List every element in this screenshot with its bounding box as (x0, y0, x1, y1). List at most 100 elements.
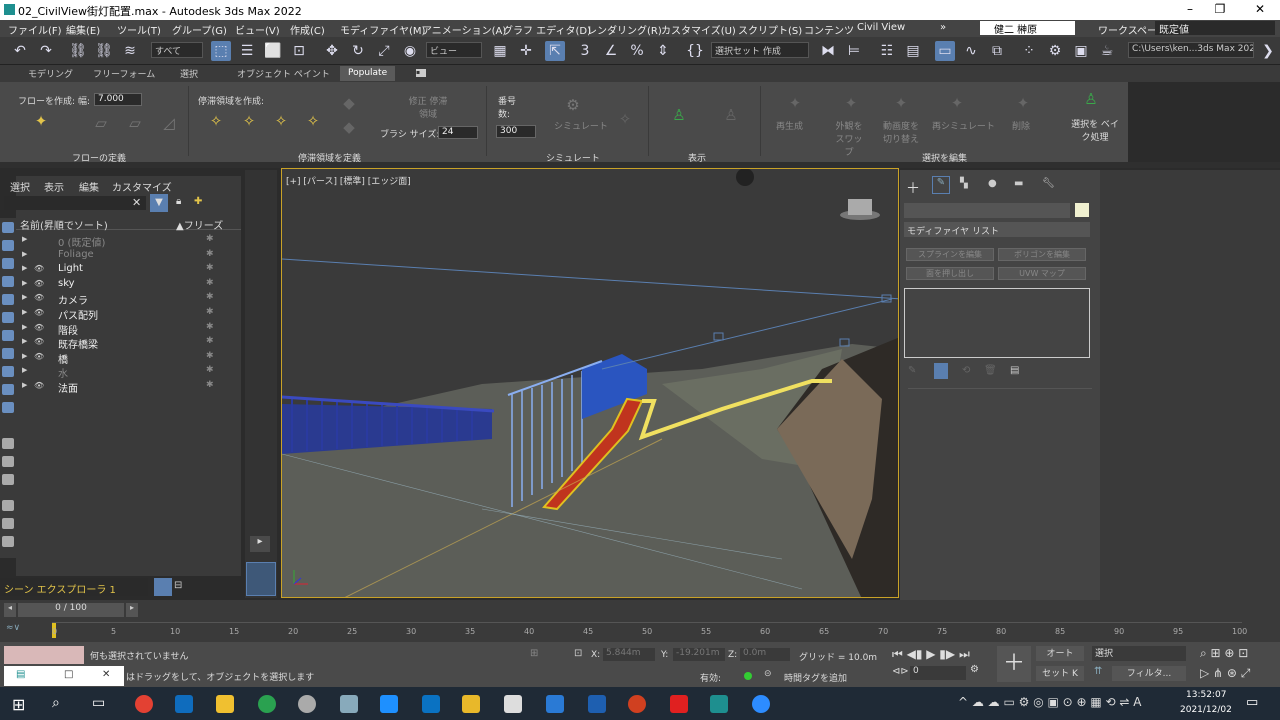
explorer-pin-icon[interactable]: ⊟ (174, 580, 182, 591)
expand-arrow-icon[interactable]: ▶ (22, 323, 27, 331)
menu-rendering[interactable]: レンダリング(R) (587, 22, 662, 37)
idle-area-icon[interactable]: ✧ (205, 110, 227, 132)
snap-3d-icon[interactable]: 3 (575, 41, 595, 61)
idle-free-icon[interactable]: ✧ (270, 110, 292, 132)
mini-listener[interactable]: ▤ □ ✕ (4, 666, 124, 686)
rotate-icon[interactable]: ↻ (348, 41, 368, 61)
freeze-icon[interactable]: ✱ (206, 380, 214, 390)
y-coord-field[interactable]: -19.201m (673, 648, 725, 661)
selection-set-dropdown[interactable]: 選択 (1092, 646, 1186, 661)
swap-look-button[interactable]: 外観を スワップ (832, 119, 866, 158)
flow-stairs-icon[interactable]: ◿ (158, 112, 180, 134)
simulate-button[interactable]: シミュレート (554, 119, 608, 132)
freeze-icon[interactable]: ✱ (206, 234, 214, 244)
material-editor-icon[interactable]: ⁘ (1019, 41, 1039, 61)
slack-icon[interactable] (462, 695, 480, 713)
simulate-icon[interactable]: ⚙ (562, 94, 584, 116)
uvw-map-button[interactable]: UVW マップ (998, 267, 1086, 280)
visibility-eye-icon[interactable]: 👁︎ (34, 381, 44, 390)
display-tool-icon[interactable] (2, 240, 14, 251)
edit-poly-button[interactable]: ポリゴンを編集 (998, 248, 1086, 261)
x-coord-field[interactable]: 5.844m (603, 648, 655, 661)
menu-tools[interactable]: ツール(T) (117, 22, 161, 37)
app-icon-2[interactable] (340, 695, 358, 713)
minimize-button[interactable]: – (1175, 2, 1205, 18)
make-unique-icon[interactable]: ⟲ (962, 365, 970, 376)
selection-filter-dropdown[interactable]: すべて (151, 42, 203, 58)
enabled-indicator[interactable] (744, 672, 752, 680)
move-icon[interactable]: ✥ (322, 41, 342, 61)
layer-row[interactable]: ▶ 水 ✱ (20, 365, 240, 380)
ribbon-toggle-icon[interactable]: ▪ (416, 69, 426, 77)
menu-civil-view[interactable]: Civil View (857, 22, 905, 33)
swap-look-icon[interactable]: ✦ (840, 92, 862, 114)
count-spinner[interactable]: 300 (496, 125, 536, 138)
undo-icon[interactable]: ↶ (10, 41, 30, 61)
lock-icon[interactable]: 🔒︎ (176, 196, 181, 207)
tab-object-paint[interactable]: オブジェクト ペイント (237, 67, 330, 80)
create-flow-icon[interactable]: ✦ (30, 110, 52, 132)
viewport-nav-controls[interactable]: ⌕ ⊞ ⊕ ⊡ (1200, 646, 1248, 661)
rendered-frame-icon[interactable]: ▣ (1071, 41, 1091, 61)
sync-icon[interactable] (2, 536, 14, 547)
menu-file[interactable]: ファイル(F) (8, 22, 62, 37)
chrome-icon[interactable] (135, 695, 153, 713)
freeze-icon[interactable]: ✱ (206, 351, 214, 361)
extrude-face-button[interactable]: 面を押し出し (906, 267, 994, 280)
layer-row[interactable]: ▶ 👁︎ カメラ ✱ (20, 292, 240, 307)
bone-filter-icon[interactable] (2, 402, 14, 413)
visibility-eye-icon[interactable]: 👁︎ (34, 337, 44, 346)
explorer-menu-select[interactable]: 選択 (10, 179, 30, 194)
app-icon-5[interactable] (546, 695, 564, 713)
explorer-layer-icon[interactable] (154, 578, 172, 596)
display-options-icon[interactable]: ♙ (720, 104, 742, 126)
idle-paint-icon[interactable]: ✧ (302, 110, 324, 132)
modify-tab-icon[interactable]: ✎ (932, 176, 950, 194)
schematic-view-icon[interactable]: ⧉ (987, 41, 1007, 61)
auto-key-button[interactable]: オート (1036, 646, 1084, 661)
expand-arrow-icon[interactable]: ▶ (22, 381, 27, 389)
link-icon[interactable]: ⛓ (68, 41, 88, 61)
region-select-icon[interactable]: ⬜ (263, 41, 283, 61)
notification-icon[interactable]: ▭ (1246, 695, 1258, 710)
z-coord-field[interactable]: 0.0m (740, 648, 790, 661)
layer-row[interactable]: ▶ 👁︎ sky ✱ (20, 278, 240, 292)
visibility-eye-icon[interactable]: 👁︎ (34, 308, 44, 317)
explorer-menu-customize[interactable]: カスタマイズ (112, 179, 172, 194)
align-icon[interactable]: ⊨ (844, 41, 864, 61)
camera-filter-icon[interactable] (2, 312, 14, 323)
select-object-icon[interactable]: ⬚ (211, 41, 231, 61)
display-tab-icon[interactable]: ▬ (1014, 178, 1023, 189)
menu-animation[interactable]: アニメーション(A) (422, 22, 506, 37)
3dsmax-taskbar-icon[interactable] (710, 695, 728, 713)
tab-selection[interactable]: 選択 (180, 67, 198, 80)
expand-arrow-icon[interactable]: ▶ (22, 293, 27, 301)
set-key-button[interactable]: セット K (1036, 666, 1084, 681)
regenerate-button[interactable]: 再生成 (776, 119, 803, 132)
flow-ramp-icon[interactable]: ▱ (124, 112, 146, 134)
xref-filter-icon[interactable] (2, 384, 14, 395)
tab-freeform[interactable]: フリーフォーム (93, 67, 155, 80)
key-filters-button[interactable]: フィルタ... (1112, 666, 1186, 681)
angle-snap-icon[interactable]: ∠ (601, 41, 621, 61)
layer-explorer-icon[interactable]: ☷ (877, 41, 897, 61)
ribbon-toggle-icon[interactable]: ▭ (935, 41, 955, 61)
menu-more-icon[interactable]: » (940, 22, 946, 33)
funnel-icon[interactable] (2, 518, 14, 529)
redo-icon[interactable]: ↷ (36, 41, 56, 61)
spacewarp-filter-icon[interactable] (2, 348, 14, 359)
layer-row[interactable]: ▶ Foliage ✱ (20, 249, 240, 263)
windows-start-icon[interactable]: ⊞ (12, 695, 25, 714)
selection-lock-icon[interactable]: ⊞ (530, 648, 538, 659)
layer-row[interactable]: ▶ 👁︎ 法面 ✱ (20, 380, 240, 395)
time-config-icon[interactable]: ⚙ (970, 664, 979, 675)
playback-controls[interactable]: ⏮ ◀▮ ▶ ▮▶ ⏭ (892, 647, 970, 662)
set-key-icon[interactable]: ＋ (997, 646, 1031, 682)
app-icon-1[interactable] (298, 695, 316, 713)
layer-row[interactable]: ▶ 👁︎ パス配列 ✱ (20, 307, 240, 322)
project-folder-icon[interactable]: ❯ (1258, 41, 1278, 61)
expand-arrow-icon[interactable]: ▶ (22, 337, 27, 345)
remove-modifier-icon[interactable]: 🗑︎ (984, 365, 997, 376)
bind-spacewarp-icon[interactable]: ≋ (120, 41, 140, 61)
render-icon[interactable]: ☕ (1097, 41, 1117, 61)
